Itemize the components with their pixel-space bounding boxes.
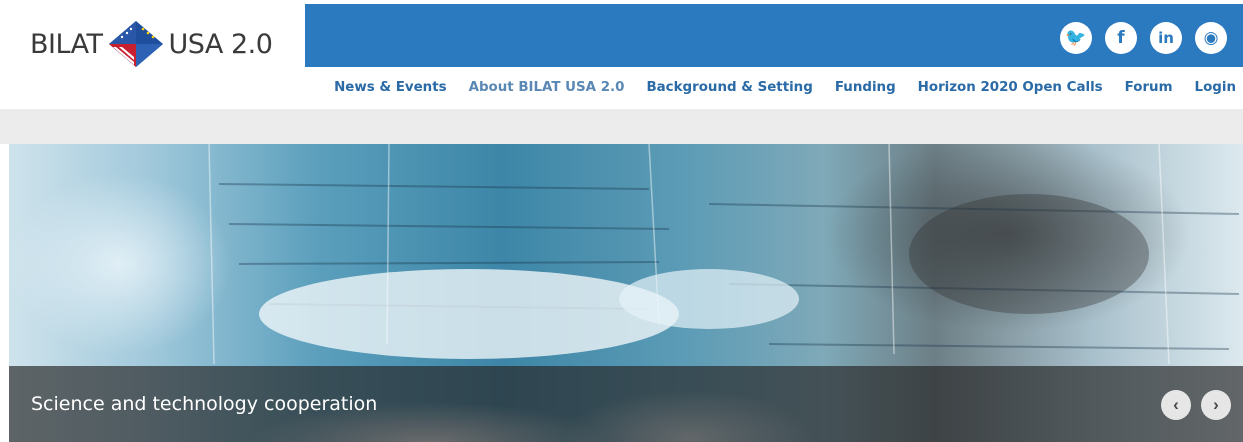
linkedin-icon[interactable]: in (1150, 22, 1182, 54)
nav-news-events[interactable]: News & Events (334, 80, 447, 95)
nav-background-setting[interactable]: Background & Setting (646, 80, 812, 95)
slide-caption: Science and technology cooperation (31, 393, 378, 415)
social-links: 🐦 f in ◉ (1060, 22, 1227, 54)
slider-next-button[interactable]: › (1201, 390, 1231, 420)
facebook-icon[interactable]: f (1105, 22, 1137, 54)
slide-caption-bar: Science and technology cooperation (9, 366, 1243, 442)
main-navigation: News & Events About BILAT USA 2.0 Backgr… (334, 80, 1236, 95)
logo-flag-diamond-icon (108, 21, 163, 67)
nav-forum[interactable]: Forum (1125, 80, 1173, 95)
logo-text-right: USA 2.0 (168, 28, 273, 60)
rss-icon[interactable]: ◉ (1195, 22, 1227, 54)
nav-login[interactable]: Login (1195, 80, 1236, 95)
nav-about[interactable]: About BILAT USA 2.0 (469, 80, 625, 95)
slider-controls: ‹ › (1161, 390, 1231, 420)
twitter-icon[interactable]: 🐦 (1060, 22, 1092, 54)
nav-funding[interactable]: Funding (835, 80, 896, 95)
site-logo[interactable]: BILAT USA 2.0 (30, 18, 292, 70)
nav-horizon-open-calls[interactable]: Horizon 2020 Open Calls (918, 80, 1103, 95)
hero-slider: Science and technology cooperation ‹ › (9, 144, 1243, 442)
header-divider-strip (0, 109, 1243, 144)
header-banner: 🐦 f in ◉ (305, 4, 1243, 67)
logo-text-left: BILAT (30, 28, 103, 60)
slider-prev-button[interactable]: ‹ (1161, 390, 1191, 420)
